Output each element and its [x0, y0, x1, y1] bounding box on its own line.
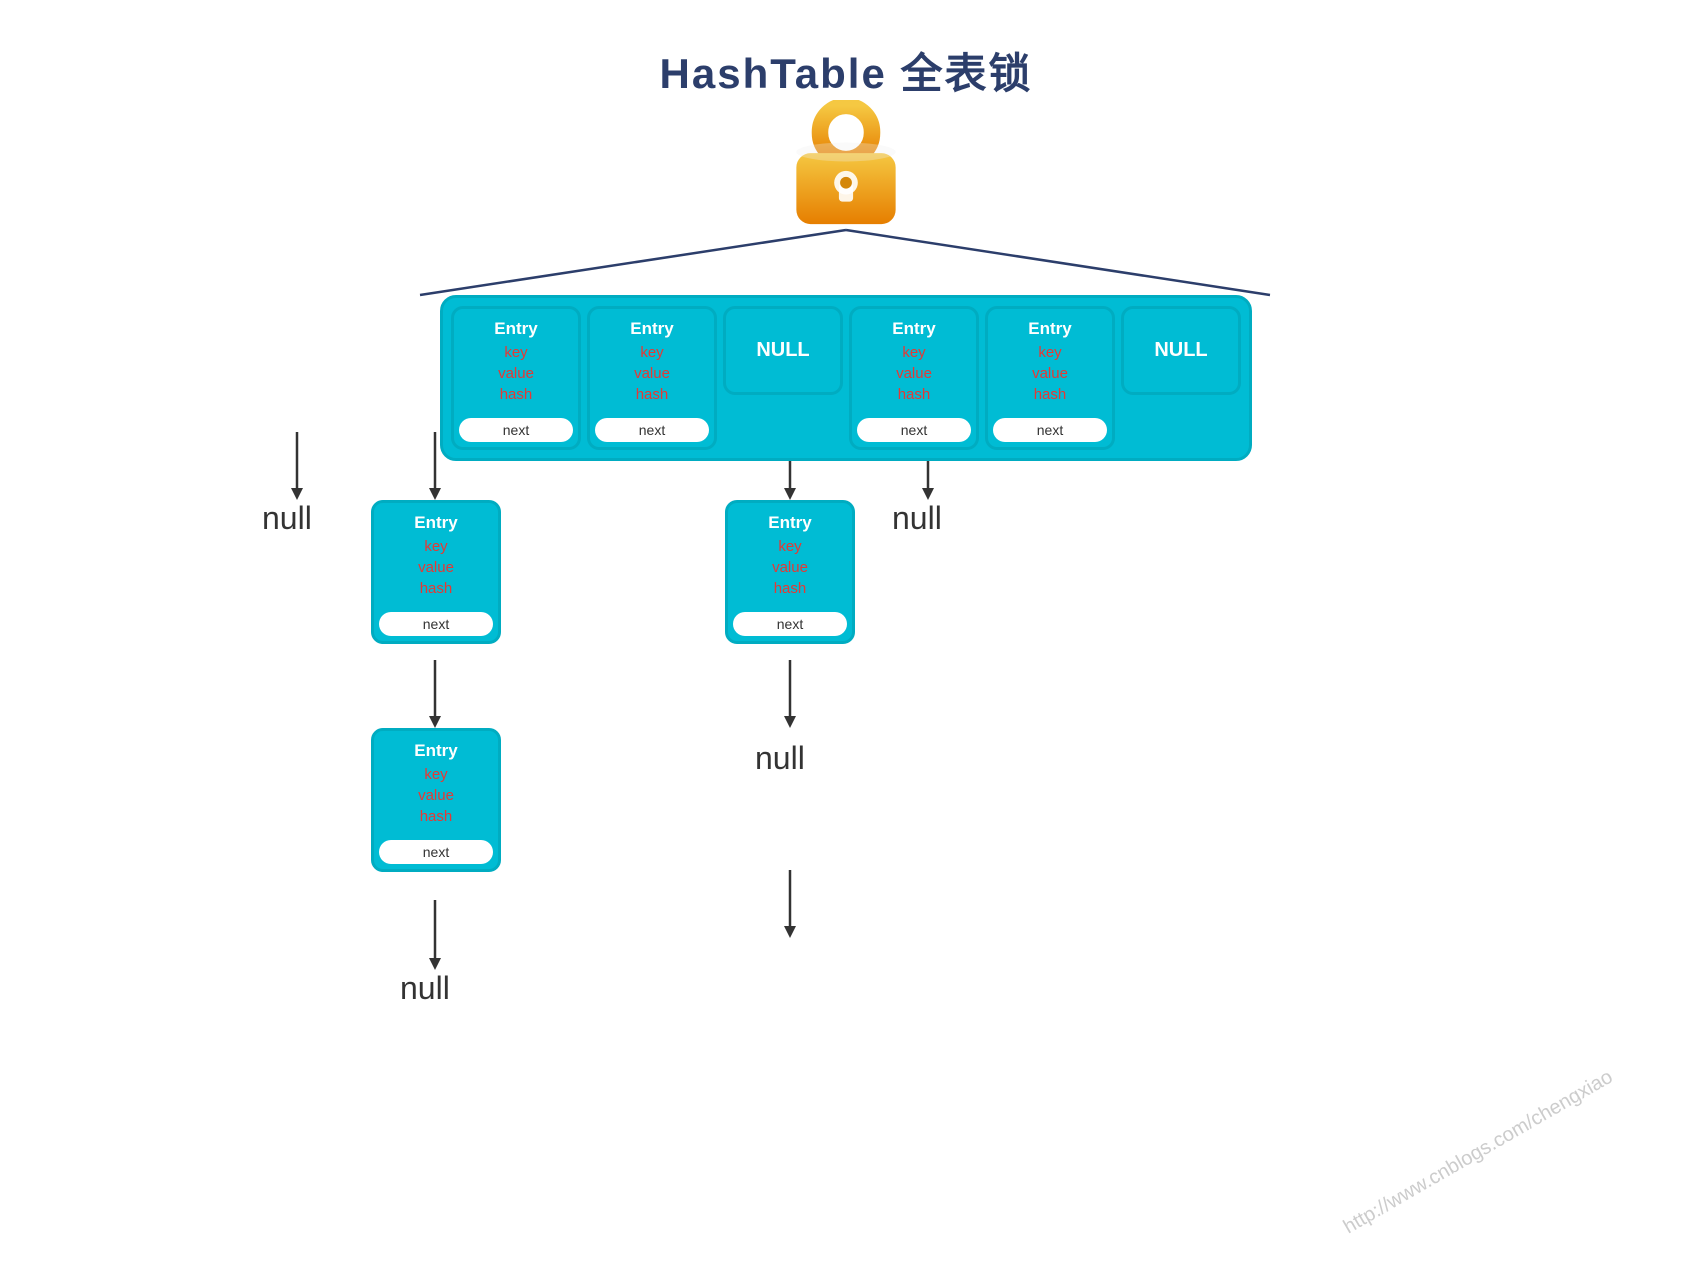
chain1-entry2-next: next — [379, 840, 493, 864]
null-label-chain2: null — [755, 740, 805, 777]
entry-label-0: Entry — [494, 319, 537, 339]
page-title: HashTable 全表锁 — [0, 0, 1692, 101]
entry-next-1: next — [595, 418, 709, 442]
entry-fields-0: keyvaluehash — [498, 342, 534, 405]
entry-next-4: next — [993, 418, 1107, 442]
entry-label-4: Entry — [1028, 319, 1071, 339]
chain2-entry1-label: Entry — [768, 513, 811, 533]
null-label-chain1: null — [400, 970, 450, 1007]
entry-fields-3: keyvaluehash — [896, 342, 932, 405]
chain1-entry1: Entry keyvaluehash next — [371, 500, 501, 644]
entry-cell-3: Entry keyvaluehash next — [849, 306, 979, 450]
watermark: http://www.cnblogs.com/chengxiao — [1340, 1066, 1617, 1239]
entry-fields-1: keyvaluehash — [634, 342, 670, 405]
null-cell-0: NULL — [723, 306, 843, 395]
null-label-0: null — [262, 500, 312, 537]
entry-cell-0: Entry keyvaluehash next — [451, 306, 581, 450]
chain1-entry2-label: Entry — [414, 741, 457, 761]
top-row: Entry keyvaluehash next Entry keyvalueha… — [440, 295, 1252, 461]
lock-icon — [781, 100, 911, 230]
entry-label-3: Entry — [892, 319, 935, 339]
entry-fields-4: keyvaluehash — [1032, 342, 1068, 405]
chain2-entry1: Entry keyvaluehash next — [725, 500, 855, 644]
chain1-entry1-fields: keyvaluehash — [418, 536, 454, 599]
chain1-entry2: Entry keyvaluehash next — [371, 728, 501, 872]
chain2-entry1-fields: keyvaluehash — [772, 536, 808, 599]
entry-next-0: next — [459, 418, 573, 442]
entry-next-3: next — [857, 418, 971, 442]
entry-cell-1: Entry keyvaluehash next — [587, 306, 717, 450]
null-cell-1: NULL — [1121, 306, 1241, 395]
entry-cell-4: Entry keyvaluehash next — [985, 306, 1115, 450]
chain1-entry1-label: Entry — [414, 513, 457, 533]
null-label-3: null — [892, 500, 942, 537]
chain1-entry2-fields: keyvaluehash — [418, 764, 454, 827]
chain2-entry1-next: next — [733, 612, 847, 636]
chain1-entry1-next: next — [379, 612, 493, 636]
entry-label-1: Entry — [630, 319, 673, 339]
